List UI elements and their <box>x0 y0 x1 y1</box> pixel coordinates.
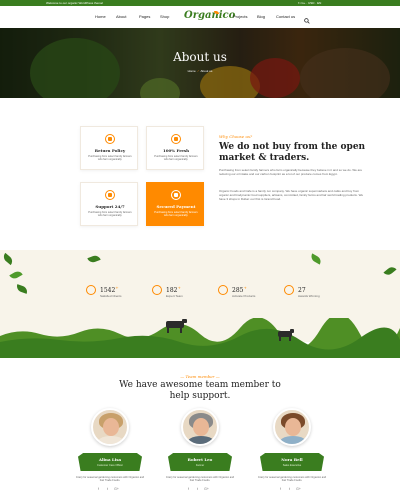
avatar-face <box>103 418 119 436</box>
avatar-face <box>285 418 301 436</box>
member-socials: f t G+ <box>186 487 214 492</box>
leaf-decoration <box>9 269 23 281</box>
stat-label: Satisfied Clients <box>100 294 122 298</box>
stat-label: Activate Products <box>232 294 256 298</box>
avatar-face <box>193 418 209 436</box>
stat-label: Expert Team <box>166 294 183 298</box>
feature-text: Purchasing from select family farmers wh… <box>154 155 198 162</box>
stat-expert-team: 182+ Expert Team <box>152 285 212 305</box>
google-plus-icon[interactable]: G+ <box>114 487 119 492</box>
feature-title: Support 24/7 <box>95 204 125 209</box>
feature-title: 100% Fresh <box>162 148 190 153</box>
section-heading: We do not buy from the open market & tra… <box>219 142 366 163</box>
feature-text: Purchasing from select family farmers wh… <box>88 155 132 162</box>
feature-text: Purchasing from select family farmers wh… <box>88 211 132 218</box>
nav-pages[interactable]: Pages <box>139 13 150 21</box>
logo-leaf-icon <box>214 11 219 14</box>
support-icon <box>105 190 115 200</box>
nav-shop[interactable]: Shop <box>160 13 169 21</box>
feature-text: Purchasing from select family farmers wh… <box>154 211 198 218</box>
leaf-decoration <box>15 284 29 294</box>
about-paragraph-1: Purchasing from select family farmers wh… <box>219 168 363 177</box>
nav-home[interactable]: Home <box>95 13 106 21</box>
farm-silhouette <box>0 318 400 358</box>
twitter-icon[interactable]: t <box>287 487 292 492</box>
nav-projects[interactable]: Projects <box>233 13 247 21</box>
feature-title: Return Policy <box>94 148 126 153</box>
name-ribbon <box>168 453 232 471</box>
member-description: Crazy for seasonal gardening customers w… <box>165 476 235 483</box>
team-heading: We have awesome team member to help supp… <box>119 380 281 401</box>
main-nav: Home About Pages Shop Organico Projects … <box>0 6 400 28</box>
hero-banner: About us Home / About us <box>0 28 400 98</box>
twitter-icon[interactable]: t <box>195 487 200 492</box>
member-socials: f t G+ <box>96 487 124 492</box>
member-name: Robert Leo <box>187 457 213 462</box>
facebook-icon[interactable]: f <box>96 487 101 492</box>
fresh-icon <box>171 134 181 144</box>
member-name: Nora Bell <box>281 457 303 462</box>
search-icon[interactable] <box>304 18 310 24</box>
breadcrumb: Home / About us <box>0 69 400 73</box>
payment-icon <box>171 190 181 200</box>
facebook-icon[interactable]: f <box>186 487 191 492</box>
member-role: Customer Care Officer <box>97 464 123 467</box>
member-name: Alina Lisa <box>98 457 122 462</box>
leaf-decoration <box>309 253 323 265</box>
site-logo[interactable]: Organico <box>184 10 235 26</box>
stat-value: 1542+ <box>100 285 119 294</box>
nav-about[interactable]: About <box>116 13 126 21</box>
leaf-decoration <box>87 254 101 264</box>
member-role: Farmer <box>195 464 205 467</box>
feature-card-support[interactable]: Support 24/7 Purchasing from select fami… <box>80 182 138 226</box>
trophy-icon <box>284 285 294 295</box>
avatar <box>91 408 129 446</box>
team-member-card[interactable]: Robert Leo Farmer Crazy for seasonal gar… <box>160 406 240 500</box>
nav-blog[interactable]: Blog <box>257 13 265 21</box>
page-title: About us <box>173 50 227 64</box>
name-ribbon <box>260 453 324 471</box>
stat-value: 27 <box>298 287 306 294</box>
stat-satisfied-clients: 1542+ Satisfied Clients <box>86 285 146 305</box>
feature-card-fresh[interactable]: 100% Fresh Purchasing from select family… <box>146 126 204 170</box>
facebook-icon[interactable]: f <box>278 487 283 492</box>
team-member-card[interactable]: Alina Lisa Customer Care Officer Crazy f… <box>70 406 150 500</box>
google-plus-icon[interactable]: G+ <box>296 487 301 492</box>
team-kicker: — Team member — <box>180 374 220 379</box>
member-description: Crazy for seasonal gardening customers w… <box>257 476 327 483</box>
name-ribbon <box>78 453 142 471</box>
member-role: Sales Executive <box>282 464 302 467</box>
member-description: Crazy for seasonal gardening customers w… <box>75 476 145 483</box>
leaf-decoration <box>1 252 15 266</box>
stat-active-products: 285+ Activate Products <box>218 285 278 305</box>
about-paragraph-2: Organic Foods and Cafe is a family run c… <box>219 189 364 202</box>
stat-value: 285+ <box>232 285 247 294</box>
people-icon <box>86 285 96 295</box>
basket-icon <box>218 285 228 295</box>
leaf-icon <box>152 285 162 295</box>
avatar <box>273 408 311 446</box>
avatar-body <box>279 436 307 444</box>
google-plus-icon[interactable]: G+ <box>204 487 209 492</box>
feature-card-return-policy[interactable]: Return Policy Purchasing from select fam… <box>80 126 138 170</box>
member-socials: f t G+ <box>278 487 306 492</box>
feature-title: Secured Payment <box>156 204 196 209</box>
team-member-card[interactable]: Nora Bell Sales Executive Crazy for seas… <box>252 406 332 500</box>
stat-awards: 27 Awards Winning <box>284 285 344 305</box>
return-icon <box>105 134 115 144</box>
avatar <box>181 408 219 446</box>
why-choose-kicker: Why Choose us? <box>219 134 253 139</box>
stat-value: 182+ <box>166 285 181 294</box>
stat-label: Awards Winning <box>298 294 320 298</box>
feature-card-secured-payment[interactable]: Secured Payment Purchasing from select f… <box>146 182 204 226</box>
avatar-body <box>187 436 215 444</box>
nav-contact[interactable]: Contact us <box>276 13 295 21</box>
breadcrumb-current: About us <box>200 69 213 73</box>
breadcrumb-home[interactable]: Home <box>188 69 196 73</box>
leaf-decoration <box>383 264 397 278</box>
twitter-icon[interactable]: t <box>105 487 110 492</box>
avatar-body <box>97 436 125 444</box>
